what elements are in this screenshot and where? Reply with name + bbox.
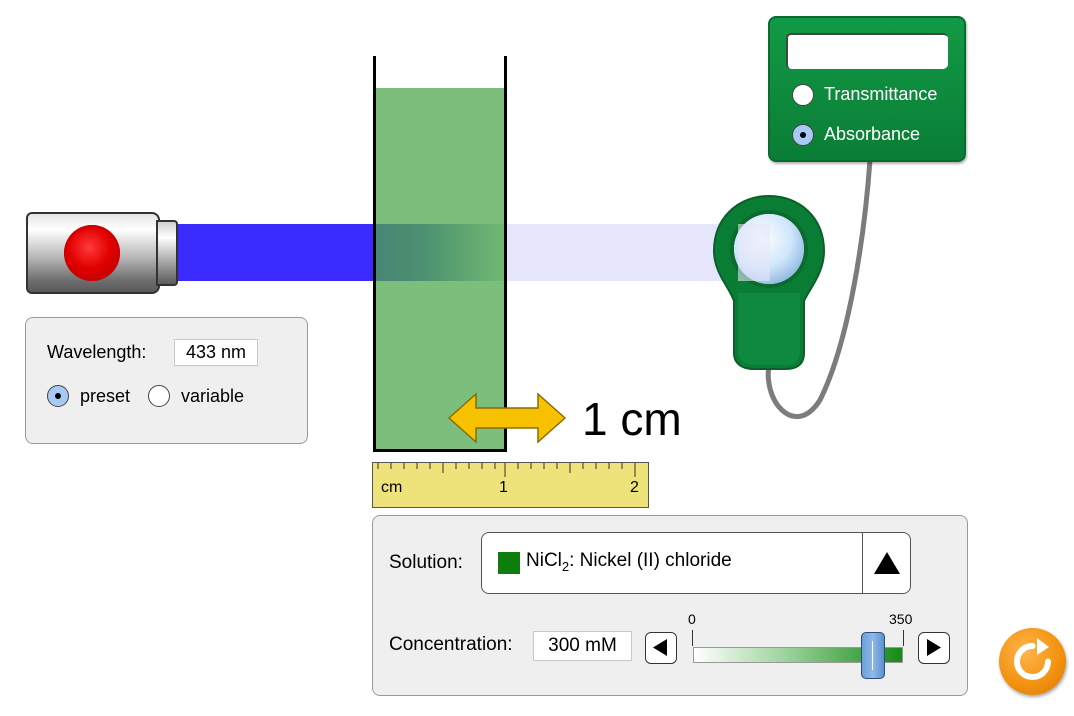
slider-max-label: 350 bbox=[889, 611, 913, 627]
variable-radio-label[interactable]: variable bbox=[181, 386, 244, 407]
cuvette-wall-bottom bbox=[373, 449, 507, 452]
slider-min-label: 0 bbox=[688, 611, 696, 627]
cuvette-width-label: 1 cm bbox=[582, 393, 682, 445]
transmittance-label[interactable]: Transmittance bbox=[824, 84, 937, 105]
solution-selected-name: NiCl2: Nickel (II) chloride bbox=[526, 550, 732, 574]
triangle-up-icon[interactable] bbox=[872, 550, 902, 576]
preset-radio-label[interactable]: preset bbox=[80, 386, 130, 407]
transmittance-radio[interactable] bbox=[792, 84, 814, 106]
wavelength-panel bbox=[25, 317, 308, 444]
reset-icon bbox=[1014, 638, 1051, 680]
ruler[interactable]: cm 1 2 bbox=[372, 462, 649, 508]
variable-radio[interactable] bbox=[148, 385, 170, 407]
concentration-increment-button[interactable] bbox=[918, 632, 950, 664]
detector-probe[interactable] bbox=[708, 193, 830, 373]
meter-readout bbox=[786, 33, 948, 69]
light-source-nozzle bbox=[156, 220, 178, 286]
light-beam-incident bbox=[178, 224, 375, 281]
detector-beam-overlap bbox=[738, 224, 770, 281]
solution-color-swatch bbox=[498, 552, 520, 574]
concentration-label: Concentration: bbox=[389, 634, 513, 655]
ruler-unit-label: cm bbox=[381, 479, 403, 496]
ruler-mark-1: 1 bbox=[499, 479, 508, 496]
absorbance-radio[interactable] bbox=[792, 124, 814, 146]
wavelength-value: 433 nm bbox=[174, 339, 258, 366]
reset-button[interactable] bbox=[999, 628, 1066, 695]
concentration-value: 300 mM bbox=[533, 631, 632, 661]
wavelength-label: Wavelength: bbox=[47, 342, 147, 362]
concentration-slider-thumb[interactable] bbox=[861, 632, 885, 679]
solution-full-name: : Nickel (II) chloride bbox=[569, 550, 732, 571]
double-arrow-icon[interactable] bbox=[448, 392, 568, 444]
slider-min-tick bbox=[692, 630, 693, 646]
cuvette-wall-left bbox=[373, 56, 376, 452]
triangle-left-icon bbox=[653, 639, 667, 656]
solution-label: Solution: bbox=[389, 552, 463, 573]
slider-max-tick bbox=[903, 630, 904, 646]
ruler-mark-2: 2 bbox=[630, 479, 639, 496]
ruler-ticks bbox=[377, 463, 636, 477]
light-power-button[interactable] bbox=[64, 225, 120, 281]
absorbance-label[interactable]: Absorbance bbox=[824, 124, 920, 145]
concentration-decrement-button[interactable] bbox=[645, 632, 677, 664]
solution-dropdown-divider bbox=[862, 533, 863, 593]
preset-radio[interactable] bbox=[47, 385, 69, 407]
triangle-right-icon bbox=[927, 639, 941, 656]
solution-formula: NiCl bbox=[526, 550, 562, 571]
